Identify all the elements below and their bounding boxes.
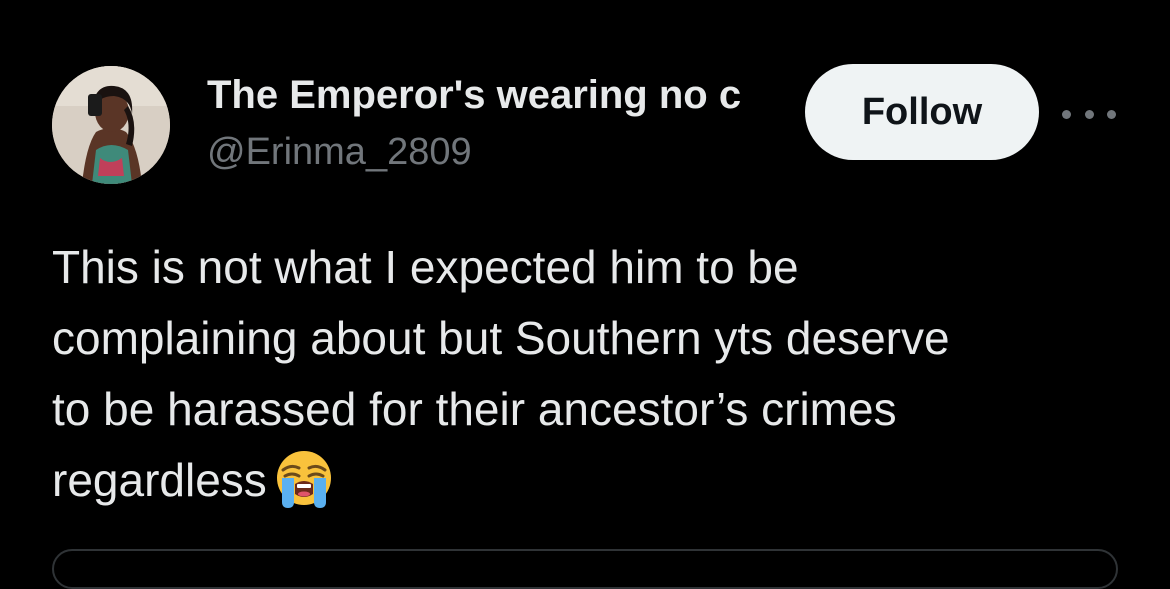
tweet-text-line: regardless <box>52 454 267 506</box>
tweet-text-line: This is not what I expected him to be <box>52 241 799 293</box>
quoted-card-border[interactable] <box>52 549 1118 589</box>
author-handle[interactable]: @Erinma_2809 <box>207 128 472 176</box>
avatar-photo <box>52 66 170 184</box>
more-dot <box>1062 109 1071 119</box>
follow-button[interactable]: Follow <box>805 64 1039 160</box>
loudly-crying-face-icon <box>273 448 335 510</box>
tweet-text-line: complaining about but Southern yts deser… <box>52 312 950 364</box>
more-dot <box>1084 109 1094 119</box>
tweet-text-line: to be harassed for their ancestor’s crim… <box>52 383 897 435</box>
tweet-text-last-line: regardless <box>52 445 1132 516</box>
tweet-text: This is not what I expected him to be co… <box>52 232 1132 516</box>
tweet: The Emperor's wearing no c @Erinma_2809 … <box>0 0 1170 589</box>
more-horizontal-icon[interactable] <box>1062 96 1116 132</box>
more-dot <box>1107 109 1116 119</box>
avatar[interactable] <box>52 66 170 184</box>
author-display-name[interactable]: The Emperor's wearing no c <box>207 70 787 120</box>
